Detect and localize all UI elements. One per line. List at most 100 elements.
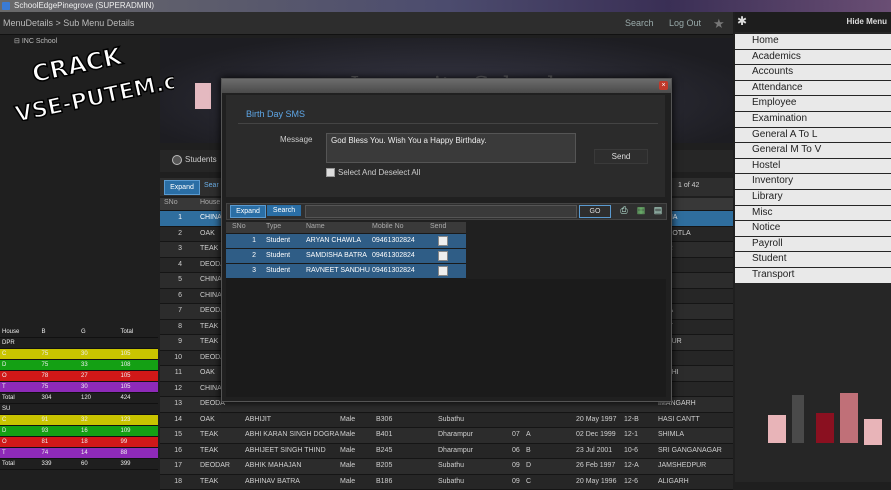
recipient-search-tab[interactable]: Search [267, 205, 301, 216]
app-icon [2, 2, 10, 10]
recipient-search-input[interactable] [305, 205, 577, 218]
cell-house: TEAK [200, 431, 218, 438]
recipient-cell-mobile: 09461302824 [372, 252, 415, 259]
window-title: SchoolEdgePinegrove (SUPERADMIN) [14, 1, 154, 10]
sidebar-item-general-m-to-v[interactable]: General M To V [735, 143, 891, 158]
star-icon[interactable]: ✱ [737, 14, 747, 28]
stats-row: O811899 [0, 437, 158, 448]
send-button[interactable]: Send [594, 149, 648, 164]
table-row[interactable]: 16TEAKABHIJEET SINGH THINDMaleB245Dharam… [160, 444, 733, 460]
sidebar-item-employee[interactable]: Employee [735, 96, 891, 111]
export-excel-icon[interactable]: ▦ [636, 205, 646, 215]
message-textarea[interactable]: God Bless You. Wish You a Happy Birthday… [326, 133, 576, 163]
cell-house: OAK [200, 369, 215, 376]
sidebar-item-notice[interactable]: Notice [735, 221, 891, 236]
select-all-checkbox[interactable] [326, 168, 335, 177]
recipient-row[interactable]: 1StudentARYAN CHAWLA09461302824 [226, 234, 466, 249]
cell-city: Dharampur [438, 431, 473, 438]
cell-cls: 12-1 [624, 431, 638, 438]
watermark-logo: CRACK VSE-PUTEM.com [4, 26, 174, 121]
sidebar-item-home[interactable]: Home [735, 34, 891, 49]
cell-gender: Male [340, 431, 355, 438]
cell-num: 09 [512, 478, 520, 485]
send-checkbox[interactable] [438, 236, 448, 246]
stats-cell-t: 109 [119, 426, 159, 436]
cell-sno: 9 [178, 338, 182, 345]
dialog-titlebar: × [222, 79, 671, 93]
cell-city: Subathu [438, 478, 464, 485]
cell-cls: 12-6 [624, 478, 638, 485]
stats-row: D9316109 [0, 426, 158, 437]
print-icon[interactable]: ⎙ [619, 205, 629, 215]
sidebar-item-accounts[interactable]: Accounts [735, 65, 891, 80]
hide-menu-button[interactable]: Hide Menu [847, 17, 887, 26]
logout-link[interactable]: Log Out [669, 18, 701, 28]
col-header-sno: SNo [232, 223, 246, 230]
cell-name: ABHINAV BATRA [245, 478, 300, 485]
stats-cell-g: 27 [79, 371, 119, 381]
cell-gender: Male [340, 478, 355, 485]
cell-place: HASI CANTT [658, 416, 700, 423]
sidebar-item-examination[interactable]: Examination [735, 112, 891, 127]
sidebar-item-general-a-to-l[interactable]: General A To L [735, 128, 891, 143]
cell-house: CHINA [200, 385, 222, 392]
cell-city: Subathu [438, 462, 464, 469]
recipient-cell-mobile: 09461302824 [372, 237, 415, 244]
sidebar-item-transport[interactable]: Transport [735, 268, 891, 283]
recipient-row[interactable]: 3StudentRAVNEET SANDHU09461302824 [226, 264, 466, 279]
sidebar-item-library[interactable]: Library [735, 190, 891, 205]
stats-cell-house: Total [0, 459, 40, 469]
students-radio[interactable] [172, 155, 182, 165]
close-icon[interactable]: × [659, 81, 668, 90]
cell-dob: 20 May 1996 [576, 478, 616, 485]
cell-roll: B245 [376, 447, 392, 454]
sidebar-item-inventory[interactable]: Inventory [735, 174, 891, 189]
sidebar-item-student[interactable]: Student [735, 252, 891, 267]
col-header-type: Type [266, 223, 281, 230]
cell-roll: B205 [376, 462, 392, 469]
recipient-table: SNo Type Name Mobile No Send 1StudentARY… [226, 222, 466, 279]
expand-button[interactable]: Expand [164, 180, 200, 195]
cell-sno: 7 [178, 307, 182, 314]
sidebar-item-attendance[interactable]: Attendance [735, 81, 891, 96]
recipient-row[interactable]: 2StudentSAMDISHA BATRA09461302824 [226, 249, 466, 264]
favorite-star-icon[interactable]: ★ [713, 16, 725, 32]
stats-cell-t: 88 [119, 448, 159, 458]
table-row[interactable]: 14OAKABHIJITMaleB306Subathu20 May 199712… [160, 413, 733, 429]
stats-row: T741488 [0, 448, 158, 459]
table-row[interactable]: 17DEODARABHIK MAHAJANMaleB205Subathu09D2… [160, 459, 733, 475]
send-checkbox[interactable] [438, 266, 448, 276]
nav-search-link[interactable]: Search [625, 18, 654, 28]
cell-roll: B186 [376, 478, 392, 485]
sidebar-item-hostel[interactable]: Hostel [735, 159, 891, 174]
sidebar-item-academics[interactable]: Academics [735, 50, 891, 65]
cell-house: TEAK [200, 338, 218, 345]
sidebar-item-payroll[interactable]: Payroll [735, 237, 891, 252]
stats-cell-house: O [0, 437, 40, 447]
sidebar-item-misc[interactable]: Misc [735, 206, 891, 221]
table-row[interactable]: 15TEAKABHI KARAN SINGH DOGRAMaleB401Dhar… [160, 428, 733, 444]
send-checkbox[interactable] [438, 251, 448, 261]
go-button[interactable]: GO [579, 205, 611, 218]
col-header-house: House [200, 199, 220, 206]
cell-name: ABHIJIT [245, 416, 271, 423]
cell-house: TEAK [200, 478, 218, 485]
stats-cell-g: 14 [79, 448, 119, 458]
recipient-table-header: SNo Type Name Mobile No Send [226, 222, 466, 234]
stats-header: HouseBGTotal [0, 327, 158, 338]
export-pdf-icon[interactable]: ▤ [653, 205, 663, 215]
cell-gender: Male [340, 416, 355, 423]
stats-cell-g: 32 [79, 415, 119, 425]
dialog-title: Birth Day SMS [246, 109, 305, 119]
birthday-sms-dialog: × Birth Day SMS Message God Bless You. W… [221, 78, 672, 402]
table-row[interactable]: 18TEAKABHINAV BATRAMaleB186Subathu09C20 … [160, 475, 733, 490]
house-stats-table: HouseBGTotalDPRC7530105D7533108O7827105T… [0, 327, 158, 470]
recipient-expand-button[interactable]: Expand [230, 205, 266, 218]
stats-cell-g: G [79, 327, 119, 337]
cell-house: DEODAR [200, 462, 230, 469]
search-tab[interactable]: Sear [204, 182, 219, 189]
cell-sno: 14 [174, 416, 182, 423]
recipient-cell-type: Student [266, 267, 290, 274]
stats-cell-b: 304 [40, 393, 80, 403]
col-header-mobile: Mobile No [372, 223, 404, 230]
